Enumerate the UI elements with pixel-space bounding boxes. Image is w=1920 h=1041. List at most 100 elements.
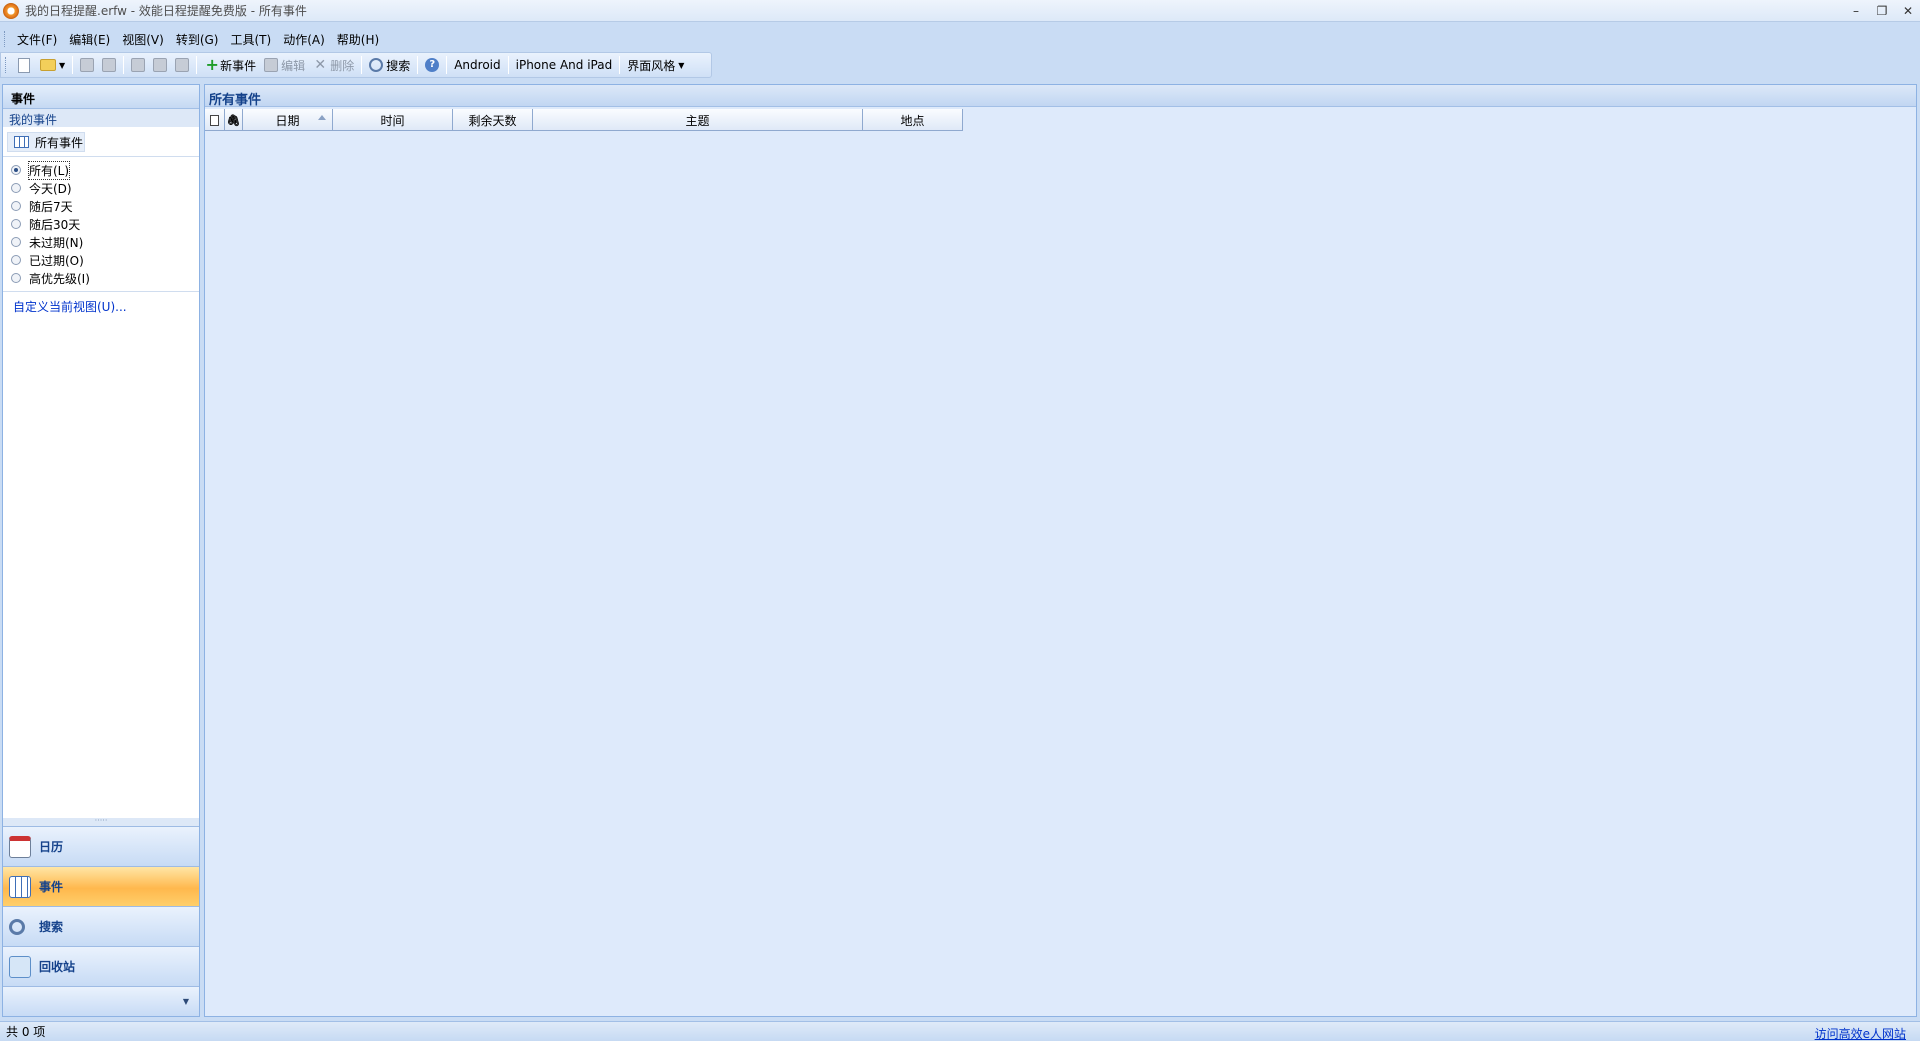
- paste-icon: [175, 58, 190, 72]
- help-button[interactable]: ?: [421, 54, 443, 76]
- filter-next-7-days[interactable]: 随后7天: [3, 197, 199, 215]
- new-event-button[interactable]: + 新事件: [200, 54, 260, 76]
- nav-search-button[interactable]: 搜索: [3, 906, 199, 946]
- theme-dropdown[interactable]: 界面风格 ▼: [623, 54, 688, 76]
- filter-not-expired[interactable]: 未过期(N): [3, 233, 199, 251]
- edit-label: 编辑: [281, 58, 306, 73]
- menu-view[interactable]: 视图(V): [116, 29, 170, 50]
- column-time-label: 时间: [380, 113, 405, 128]
- delete-icon: ✕: [314, 57, 327, 73]
- edit-button[interactable]: 编辑: [260, 54, 309, 76]
- events-pane-header: 所有事件: [205, 85, 1916, 108]
- menu-bar: 文件(F) 编辑(E) 视图(V) 转到(G) 工具(T) 动作(A) 帮助(H…: [0, 28, 1920, 50]
- menubar-grip[interactable]: [4, 31, 7, 47]
- menu-file[interactable]: 文件(F): [11, 29, 63, 50]
- edit-icon: [264, 58, 279, 72]
- filter-expired[interactable]: 已过期(O): [3, 251, 199, 269]
- column-days-remaining[interactable]: 剩余天数: [453, 109, 533, 131]
- column-icon-type[interactable]: [205, 109, 225, 131]
- navigation-pane: 事件 我的事件 所有事件 所有(L) 今天(D) 随后7天 随后30天 未过期(…: [2, 84, 200, 1017]
- print-preview-icon: [102, 58, 117, 72]
- pane-splitter[interactable]: ·····: [3, 817, 199, 826]
- filter-today[interactable]: 今天(D): [3, 179, 199, 197]
- menu-tools[interactable]: 工具(T): [224, 29, 277, 50]
- cut-button[interactable]: [127, 54, 149, 76]
- help-icon: ?: [425, 58, 440, 72]
- copy-button[interactable]: [149, 54, 171, 76]
- search-button[interactable]: 搜索: [365, 54, 414, 76]
- new-file-icon: [18, 57, 30, 73]
- nav-options-bar[interactable]: ▼: [3, 986, 199, 1016]
- document-icon: [210, 114, 219, 126]
- open-button[interactable]: ▼: [36, 54, 69, 76]
- radio-button[interactable]: [11, 165, 21, 175]
- menu-goto[interactable]: 转到(G): [170, 29, 225, 50]
- window-controls: – ❐ ✕: [1848, 0, 1916, 22]
- window-title: 我的日程提醒.erfw - 效能日程提醒免费版 - 所有事件: [25, 4, 307, 18]
- radio-button[interactable]: [11, 237, 21, 247]
- toolbar-grip[interactable]: [5, 57, 8, 73]
- title-bar: 我的日程提醒.erfw - 效能日程提醒免费版 - 所有事件 – ❐ ✕: [0, 0, 1920, 22]
- toolbar-separator: [196, 56, 198, 74]
- radio-button[interactable]: [11, 273, 21, 283]
- menu-edit[interactable]: 编辑(E): [63, 29, 116, 50]
- nav-calendar-label: 日历: [39, 840, 64, 854]
- recycle-bin-icon: [9, 955, 31, 978]
- visit-website-link[interactable]: 访问高效e人网站: [1815, 1025, 1906, 1041]
- divider: [3, 156, 199, 157]
- nav-recycle-button[interactable]: 回收站: [3, 946, 199, 986]
- delete-button[interactable]: ✕ 删除: [309, 54, 358, 76]
- chevron-down-icon[interactable]: ▼: [183, 997, 189, 1006]
- column-time[interactable]: 时间: [333, 109, 453, 131]
- column-days-remaining-label: 剩余天数: [468, 113, 517, 128]
- all-events-view-item[interactable]: 所有事件: [7, 132, 85, 152]
- restore-icon[interactable]: ❐: [1874, 3, 1890, 19]
- column-location[interactable]: 地点: [863, 109, 963, 131]
- radio-button[interactable]: [11, 183, 21, 193]
- close-icon[interactable]: ✕: [1900, 3, 1916, 19]
- column-subject[interactable]: 主题: [533, 109, 863, 131]
- copy-icon: [153, 58, 168, 72]
- menu-help[interactable]: 帮助(H): [331, 29, 385, 50]
- cut-icon: [131, 58, 146, 72]
- print-preview-button[interactable]: [98, 54, 120, 76]
- toolbar-separator: [72, 56, 74, 74]
- android-button[interactable]: Android: [450, 54, 504, 76]
- iphone-ipad-button[interactable]: iPhone And iPad: [512, 54, 617, 76]
- nav-recycle-label: 回收站: [39, 960, 76, 974]
- column-date-label: 日期: [275, 113, 300, 128]
- filter-next-30-days[interactable]: 随后30天: [3, 215, 199, 233]
- events-table-body[interactable]: [205, 131, 1916, 1016]
- events-icon: [9, 875, 31, 898]
- minimize-icon[interactable]: –: [1848, 3, 1864, 19]
- search-label: 搜索: [386, 58, 411, 73]
- filter-label: 所有(L): [27, 160, 71, 180]
- filter-high-priority[interactable]: 高优先级(I): [3, 269, 199, 287]
- column-date[interactable]: 日期: [243, 109, 333, 131]
- my-events-section-title: 我的事件: [3, 109, 199, 127]
- menu-action[interactable]: 动作(A): [277, 29, 331, 50]
- radio-button[interactable]: [11, 219, 21, 229]
- nav-events-button[interactable]: 事件: [3, 866, 199, 906]
- new-file-button[interactable]: [12, 54, 36, 76]
- nav-events-label: 事件: [39, 880, 64, 894]
- divider: [3, 291, 199, 292]
- nav-calendar-button[interactable]: 日历: [3, 826, 199, 866]
- column-attachment[interactable]: 🖇: [225, 109, 243, 131]
- search-icon: [9, 918, 25, 935]
- chevron-down-icon: ▼: [678, 60, 685, 70]
- paste-button[interactable]: [171, 54, 193, 76]
- toolbar-separator: [361, 56, 363, 74]
- open-folder-icon: [40, 59, 56, 71]
- radio-button[interactable]: [11, 255, 21, 265]
- plus-icon: +: [205, 55, 219, 74]
- print-button[interactable]: [76, 54, 98, 76]
- filter-label: 今天(D): [29, 181, 72, 196]
- toolbar: ▼ + 新事件 编辑 ✕ 删除 搜索 ? Android iPhone And iP…: [0, 52, 712, 78]
- table-icon: [14, 136, 29, 148]
- events-table-header: 🖇 日期 时间 剩余天数 主题 地点: [205, 109, 963, 131]
- radio-button[interactable]: [11, 201, 21, 211]
- calendar-icon: [9, 835, 31, 858]
- customize-view-link[interactable]: 自定义当前视图(U)...: [3, 298, 199, 315]
- filter-all[interactable]: 所有(L): [3, 160, 199, 180]
